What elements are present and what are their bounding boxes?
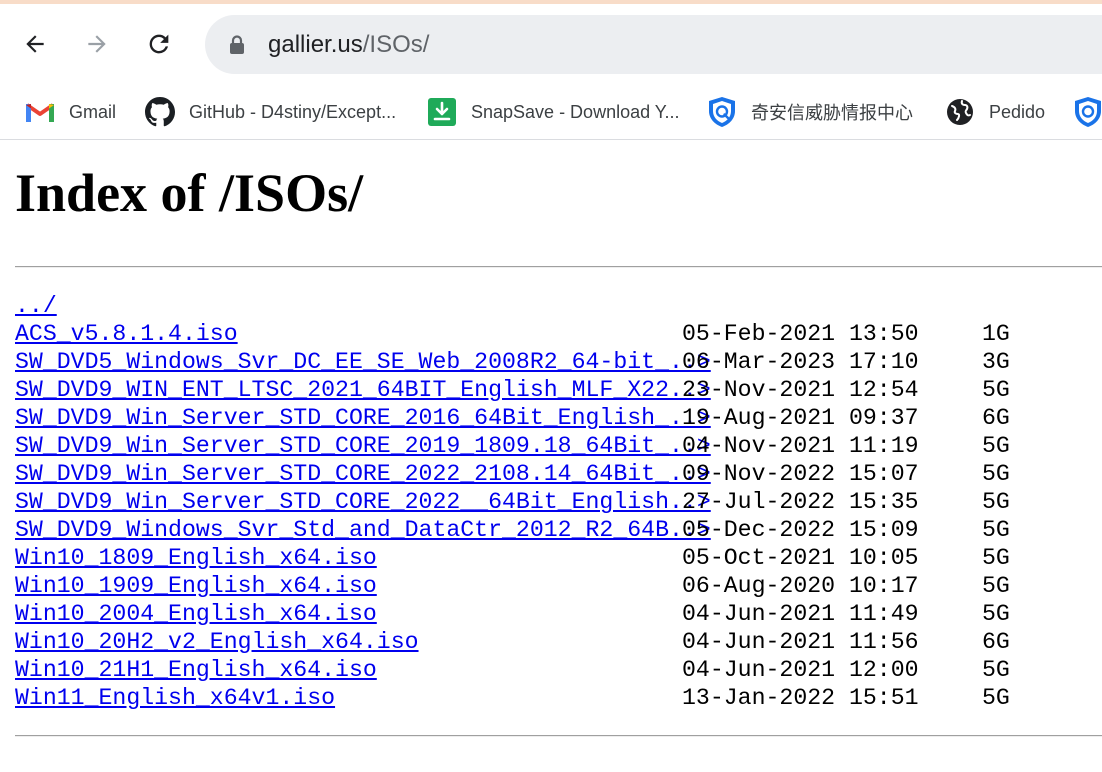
file-link[interactable]: Win11_English_x64v1.iso xyxy=(15,684,335,712)
shield-icon xyxy=(1073,97,1102,127)
download-icon xyxy=(427,97,457,127)
file-date: 05-Oct-2021 10:05 xyxy=(682,545,919,571)
bookmark-label: 奇安信威胁情报中心 xyxy=(751,103,913,124)
file-date: 19-Aug-2021 09:37 xyxy=(682,405,919,431)
url-path: /ISOs/ xyxy=(362,31,430,58)
bookmark-snapsave[interactable]: SnapSave - Download Y... xyxy=(427,96,679,128)
url-host: gallier.us xyxy=(268,31,363,58)
bookmark-pedido[interactable]: Pedido xyxy=(945,96,1045,128)
file-row: SW_DVD9_Win_Server_STD_CORE_2022_2108.14… xyxy=(15,460,1102,488)
file-row: SW_DVD5_Windows_Svr_DC_EE_SE_Web_2008R2_… xyxy=(15,348,1102,376)
file-size: 5G xyxy=(982,545,1010,571)
forward-arrow-icon xyxy=(88,35,106,53)
file-link[interactable]: SW_DVD9_WIN_ENT_LTSC_2021_64BIT_English_… xyxy=(15,376,711,404)
file-row: Win10_20H2_v2_English_x64.iso 04-Jun-2021… xyxy=(15,628,1102,656)
file-date: 04-Jun-2021 11:56 xyxy=(682,629,919,655)
file-size: 5G xyxy=(982,517,1010,543)
reload-button[interactable] xyxy=(141,26,177,62)
back-button[interactable] xyxy=(17,26,53,62)
file-size: 5G xyxy=(982,377,1010,403)
file-link[interactable]: ACS_v5.8.1.4.iso xyxy=(15,320,238,348)
file-row: SW_DVD9_Win_Server_STD_CORE_2019_1809.18… xyxy=(15,432,1102,460)
file-size: 5G xyxy=(982,601,1010,627)
file-link[interactable]: Win10_1909_English_x64.iso xyxy=(15,572,377,600)
parent-row: ../ xyxy=(15,292,1102,320)
page-content: Index of /ISOs/ ../ ACS_v5.8.1.4.iso 05-F… xyxy=(0,141,1102,772)
github-icon xyxy=(145,97,175,127)
bookmark-gmail[interactable]: Gmail xyxy=(25,96,116,128)
bookmark-github[interactable]: GitHub - D4stiny/Except... xyxy=(145,96,396,128)
file-size: 5G xyxy=(982,433,1010,459)
bookmark-qianxin[interactable]: 奇安信威胁情报中心 xyxy=(707,96,913,128)
reload-icon xyxy=(149,34,169,54)
bookmark-label: GitHub - D4stiny/Except... xyxy=(189,101,397,122)
divider xyxy=(15,735,1102,737)
gmail-icon xyxy=(25,97,55,127)
file-date: 23-Nov-2021 12:54 xyxy=(682,377,919,403)
file-link[interactable]: SW_DVD9_Win_Server_STD_CORE_2022_2108.14… xyxy=(15,460,711,488)
file-size: 6G xyxy=(982,405,1010,431)
file-date: 09-Nov-2022 15:07 xyxy=(682,461,919,487)
parent-directory-link[interactable]: ../ xyxy=(15,292,57,320)
file-row: Win10_1809_English_x64.iso 05-Oct-2021 10… xyxy=(15,544,1102,572)
globe-icon xyxy=(945,97,975,127)
page-title: Index of /ISOs/ xyxy=(15,163,364,223)
file-date: 06-Mar-2023 17:10 xyxy=(682,349,919,375)
file-link[interactable]: SW_DVD9_Windows_Svr_Std_and_DataCtr_2012… xyxy=(15,516,711,544)
file-link[interactable]: SW_DVD9_Win_Server_STD_CORE_2022__64Bit_… xyxy=(15,488,711,516)
file-size: 5G xyxy=(982,573,1010,599)
file-size: 5G xyxy=(982,461,1010,487)
file-link[interactable]: SW_DVD9_Win_Server_STD_CORE_2019_1809.18… xyxy=(15,432,711,460)
bookmarks-bar: Gmail GitHub - D4stiny/Except... SnapSav… xyxy=(0,84,1102,140)
file-size: 1G xyxy=(982,321,1010,347)
file-date: 04-Jun-2021 11:49 xyxy=(682,601,919,627)
file-row: ACS_v5.8.1.4.iso 05-Feb-2021 13:50 1G xyxy=(15,320,1102,348)
bookmark-label: Gmail xyxy=(69,101,117,122)
url-text[interactable]: gallier.us/ISOs/ xyxy=(268,31,429,59)
browser-toolbar: gallier.us/ISOs/ xyxy=(0,4,1102,84)
file-link[interactable]: SW_DVD9_Win_Server_STD_CORE_2016_64Bit_E… xyxy=(15,404,711,432)
file-date: 04-Jun-2021 12:00 xyxy=(682,657,919,683)
file-link[interactable]: SW_DVD5_Windows_Svr_DC_EE_SE_Web_2008R2_… xyxy=(15,348,711,376)
file-link[interactable]: Win10_1809_English_x64.iso xyxy=(15,544,377,572)
bookmark-label: Pedido xyxy=(989,101,1046,122)
file-date: 06-Aug-2020 10:17 xyxy=(682,573,919,599)
file-row: Win10_2004_English_x64.iso 04-Jun-2021 11… xyxy=(15,600,1102,628)
directory-listing: ../ ACS_v5.8.1.4.iso 05-Feb-2021 13:50 1G S… xyxy=(15,292,1102,712)
file-date: 13-Jan-2022 15:51 xyxy=(682,685,919,711)
file-row: Win10_21H1_English_x64.iso 04-Jun-2021 12… xyxy=(15,656,1102,684)
file-row: SW_DVD9_Win_Server_STD_CORE_2016_64Bit_E… xyxy=(15,404,1102,432)
file-row: Win11_English_x64v1.iso 13-Jan-2022 15:51… xyxy=(15,684,1102,712)
file-date: 05-Dec-2022 15:09 xyxy=(682,517,919,543)
back-arrow-icon xyxy=(26,35,44,53)
file-link[interactable]: Win10_20H2_v2_English_x64.iso xyxy=(15,628,419,656)
file-date: 05-Feb-2021 13:50 xyxy=(682,321,919,347)
file-size: 6G xyxy=(982,629,1010,655)
file-date: 27-Jul-2022 15:35 xyxy=(682,489,919,515)
file-row: SW_DVD9_Win_Server_STD_CORE_2022__64Bit_… xyxy=(15,488,1102,516)
file-size: 5G xyxy=(982,685,1010,711)
file-size: 5G xyxy=(982,489,1010,515)
file-link[interactable]: Win10_2004_English_x64.iso xyxy=(15,600,377,628)
bookmark-label: SnapSave - Download Y... xyxy=(471,101,680,122)
file-row: Win10_1909_English_x64.iso 06-Aug-2020 10… xyxy=(15,572,1102,600)
file-row: SW_DVD9_WIN_ENT_LTSC_2021_64BIT_English_… xyxy=(15,376,1102,404)
file-size: 3G xyxy=(982,349,1010,375)
shield-icon xyxy=(707,97,737,127)
lock-icon[interactable] xyxy=(229,35,245,60)
file-date: 04-Nov-2021 11:19 xyxy=(682,433,919,459)
file-row: SW_DVD9_Windows_Svr_Std_and_DataCtr_2012… xyxy=(15,516,1102,544)
divider xyxy=(15,266,1102,268)
file-size: 5G xyxy=(982,657,1010,683)
forward-button[interactable] xyxy=(79,26,115,62)
file-link[interactable]: Win10_21H1_English_x64.iso xyxy=(15,656,377,684)
file-rows: ACS_v5.8.1.4.iso 05-Feb-2021 13:50 1G SW_DV… xyxy=(15,320,1102,712)
address-bar[interactable]: gallier.us/ISOs/ xyxy=(205,15,1102,74)
bookmark-overflow-partial[interactable] xyxy=(1073,96,1102,128)
